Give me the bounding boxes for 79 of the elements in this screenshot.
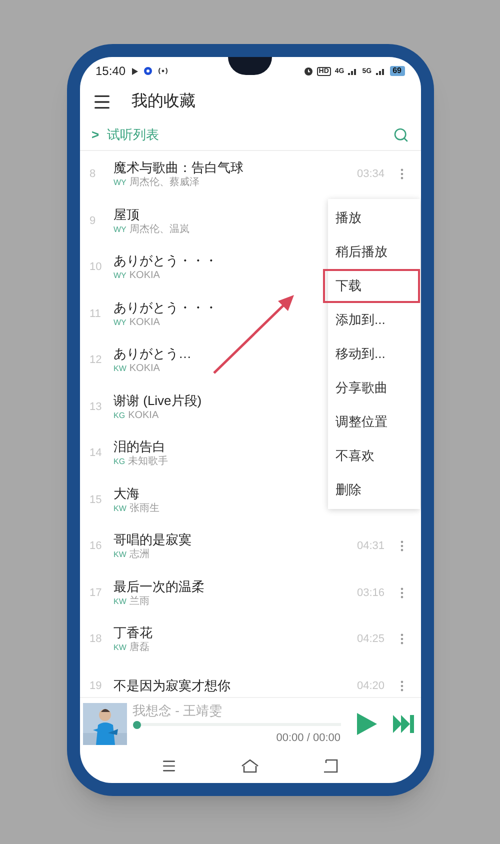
- menu-item[interactable]: 添加到...: [328, 303, 420, 337]
- artist-name: KOKIA: [128, 408, 159, 422]
- song-duration: 03:34: [356, 167, 384, 182]
- source-tag: KW: [114, 362, 126, 376]
- play-time: 00:00 / 00:00: [276, 730, 340, 744]
- artist-name: 周杰伦、温岚: [129, 222, 190, 236]
- song-duration: 04:20: [356, 678, 384, 694]
- source-tag: WY: [114, 222, 126, 236]
- track-number: 11: [90, 306, 102, 322]
- home-icon[interactable]: [240, 759, 259, 773]
- track-number: 17: [90, 586, 103, 600]
- artist-name: KOKIA: [129, 269, 160, 282]
- source-tag: WY: [114, 316, 126, 329]
- page-title: 我的收藏: [132, 92, 196, 112]
- song-duration: 04:31: [356, 539, 384, 554]
- play-icon: [132, 68, 138, 74]
- source-tag: KW: [114, 594, 126, 608]
- search-icon[interactable]: [392, 126, 408, 142]
- song-title: 不是因为寂寞才想你: [114, 677, 230, 694]
- track-number: 12: [90, 353, 103, 368]
- status-time: 15:40: [96, 63, 126, 80]
- battery-level: 69: [390, 66, 404, 76]
- song-title: ありがとう…: [114, 345, 192, 362]
- hotspot-icon: [158, 67, 168, 75]
- track-number: 10: [90, 260, 103, 275]
- signal-icon: [376, 67, 386, 75]
- track-number: 8: [90, 167, 97, 182]
- menu-item[interactable]: 调整位置: [328, 405, 420, 439]
- source-tag: WY: [114, 269, 126, 282]
- song-title: 最后一次的温柔: [114, 578, 204, 595]
- menu-item[interactable]: 播放: [328, 201, 420, 235]
- track-number: 9: [90, 214, 97, 228]
- artist-name: 未知歌手: [128, 455, 168, 468]
- play-icon[interactable]: [356, 712, 376, 734]
- menu-item[interactable]: 删除: [328, 473, 420, 507]
- song-duration: 04:25: [356, 632, 384, 647]
- artist-name: 志洲: [129, 548, 150, 562]
- track-number: 15: [90, 492, 103, 508]
- track-number: 19: [90, 678, 103, 694]
- source-tag: KG: [114, 408, 126, 422]
- artist-name: 张雨生: [129, 502, 160, 515]
- song-title: ありがとう・・・: [114, 252, 218, 270]
- app-icon: [144, 67, 152, 75]
- source-tag: KW: [114, 502, 126, 515]
- song-title: 屋顶: [114, 206, 140, 223]
- track-number: 13: [90, 400, 103, 414]
- artist-name: 唐磊: [129, 641, 150, 654]
- artist-name: 周杰伦、蔡威泽: [129, 176, 200, 190]
- artist-name: KOKIA: [129, 316, 160, 329]
- song-title: 大海: [114, 484, 140, 502]
- source-tag: WY: [114, 176, 126, 190]
- menu-item[interactable]: 移动到...: [328, 337, 420, 371]
- menu-item[interactable]: 不喜欢: [328, 439, 420, 473]
- track-number: 18: [90, 632, 103, 647]
- song-duration: 03:16: [356, 586, 384, 600]
- menu-item[interactable]: 分享歌曲: [328, 371, 420, 405]
- song-title: 泪的告白: [114, 438, 166, 456]
- signal-icon: [348, 67, 358, 75]
- now-playing-title: 我想念 - 王靖雯: [132, 702, 224, 718]
- track-number: 14: [90, 446, 103, 461]
- song-title: ありがとう・・・: [114, 298, 218, 316]
- source-tag: KW: [114, 548, 126, 562]
- source-tag: KW: [114, 641, 126, 654]
- recent-apps-icon[interactable]: [161, 758, 178, 774]
- song-title: 哥唱的是寂寞: [114, 531, 192, 548]
- menu-item[interactable]: 下载: [322, 269, 420, 303]
- artist-name: KOKIA: [129, 362, 160, 376]
- menu-item[interactable]: 稍后播放: [328, 235, 420, 269]
- back-icon[interactable]: [322, 759, 339, 773]
- camera-notch: [228, 57, 272, 75]
- source-tag: KG: [114, 455, 126, 468]
- song-title: 谢谢 (Live片段): [114, 392, 202, 409]
- progress-thumb[interactable]: [132, 720, 140, 728]
- song-title: 魔术与歌曲：告白气球: [114, 159, 244, 176]
- track-number: 16: [90, 539, 103, 554]
- alarm-icon: [304, 66, 313, 76]
- skip-next-icon[interactable]: [392, 714, 414, 732]
- song-title: 丁香花: [114, 624, 152, 642]
- artist-name: 兰雨: [129, 594, 150, 608]
